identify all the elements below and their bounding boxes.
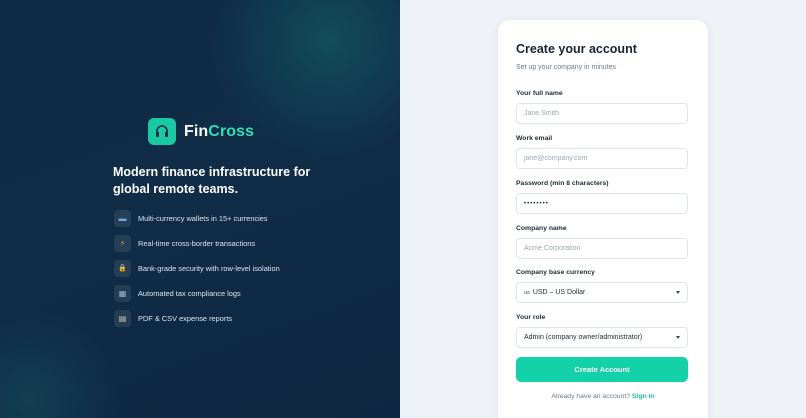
password-input[interactable] <box>516 193 688 214</box>
full-name-label: Your full name <box>516 90 563 97</box>
form-subtitle: Set up your company in minutes <box>516 64 616 71</box>
feature-text: Multi-currency wallets in 15+ currencies <box>138 214 268 223</box>
password-label: Password (min 8 characters) <box>516 180 609 187</box>
currency-select[interactable]: us USD – US Dollar <box>516 282 688 303</box>
feature-list: ▬ Multi-currency wallets in 15+ currenci… <box>114 206 280 331</box>
chart-icon: ▦ <box>114 285 131 302</box>
signin-prompt: Already have an account? <box>551 393 631 400</box>
currency-label: Company base currency <box>516 269 595 276</box>
brand-panel: FinCross Modern finance infrastructure f… <box>0 0 400 418</box>
feature-item: ▬ Multi-currency wallets in 15+ currenci… <box>114 206 280 231</box>
signin-row: Already have an account? Sign in <box>498 393 708 400</box>
chevron-down-icon <box>676 291 680 294</box>
lock-icon: 🔒 <box>114 260 131 277</box>
currency-selected-value: USD – US Dollar <box>532 289 586 296</box>
form-panel: Create your account Set up your company … <box>400 0 806 418</box>
us-flag-icon: us <box>524 289 530 296</box>
brand-logo: FinCross <box>148 118 254 145</box>
brand-name: FinCross <box>184 122 255 140</box>
tagline: Modern finance infrastructure for global… <box>113 165 311 196</box>
chevron-down-icon <box>676 336 680 339</box>
credit-card-icon: ▬ <box>114 210 131 227</box>
feature-text: PDF & CSV expense reports <box>138 314 233 323</box>
email-label: Work email <box>516 135 553 142</box>
feature-item: ⚡ Real-time cross-border transactions <box>114 231 280 256</box>
role-selected-value: Admin (company owner/administrator) <box>524 334 643 341</box>
feature-text: Bank-grade security with row-level isola… <box>138 264 280 273</box>
full-name-input[interactable] <box>516 103 688 124</box>
email-input[interactable] <box>516 148 688 169</box>
lightning-icon: ⚡ <box>114 235 131 252</box>
signup-card: Create your account Set up your company … <box>498 20 708 418</box>
clipboard-icon: ▤ <box>114 310 131 327</box>
feature-item: ▤ PDF & CSV expense reports <box>114 306 280 331</box>
feature-text: Automated tax compliance logs <box>138 289 241 298</box>
form-title: Create your account <box>516 42 637 56</box>
role-select[interactable]: Admin (company owner/administrator) <box>516 327 688 348</box>
signin-link[interactable]: Sign in <box>632 393 655 400</box>
company-name-input[interactable] <box>516 238 688 259</box>
role-label: Your role <box>516 314 546 321</box>
feature-item: ▦ Automated tax compliance logs <box>114 281 280 306</box>
create-account-button[interactable]: Create Account <box>516 357 688 382</box>
feature-text: Real-time cross-border transactions <box>138 239 256 248</box>
feature-item: 🔒 Bank-grade security with row-level iso… <box>114 256 280 281</box>
company-name-label: Company name <box>516 225 567 232</box>
headset-icon <box>148 118 176 145</box>
